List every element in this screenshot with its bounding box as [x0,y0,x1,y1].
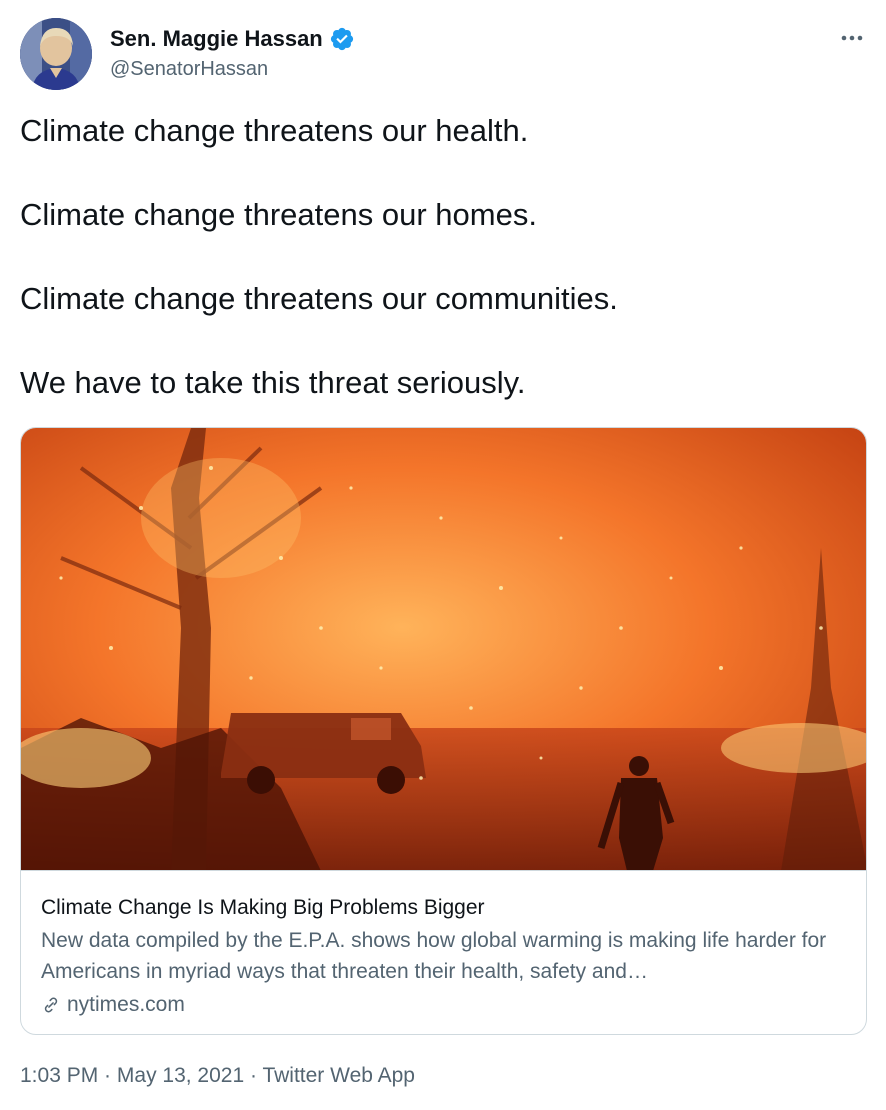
avatar[interactable] [20,18,92,90]
handle[interactable]: @SenatorHassan [110,58,268,81]
tweet-source[interactable]: Twitter Web App [262,1064,415,1087]
tweet-line: Climate change threatens our homes. [20,197,537,232]
tweet-line: Climate change threatens our communities… [20,281,618,316]
display-name[interactable]: Sen. Maggie Hassan [110,26,323,52]
tweet-metadata: 1:03 PM · May 13, 2021 · Twitter Web App [20,1062,415,1090]
tweet-date[interactable]: May 13, 2021 [117,1064,244,1087]
tweet-line: Climate change threatens our health. [20,113,529,148]
tweet-line: We have to take this threat seriously. [20,365,526,400]
more-icon[interactable] [838,28,866,48]
verified-badge-icon [329,26,355,52]
card-description: New data compiled by the E.P.A. shows ho… [41,929,827,983]
card-domain[interactable]: nytimes.com [41,991,851,1019]
tweet-text: Climate change threatens our health. Cli… [20,110,866,404]
card-body[interactable]: Climate Change Is Making Big Problems Bi… [41,894,851,1019]
meta-separator: · [98,1064,117,1087]
meta-separator: · [244,1064,263,1087]
link-icon [41,995,61,1015]
card-domain-text: nytimes.com [67,993,185,1016]
tweet-header: Sen. Maggie Hassan @SenatorHassan [20,18,866,90]
card-title[interactable]: Climate Change Is Making Big Problems Bi… [41,894,851,922]
tweet-time[interactable]: 1:03 PM [20,1064,98,1087]
card-image[interactable] [21,428,866,871]
link-card[interactable]: Climate Change Is Making Big Problems Bi… [20,427,867,1035]
